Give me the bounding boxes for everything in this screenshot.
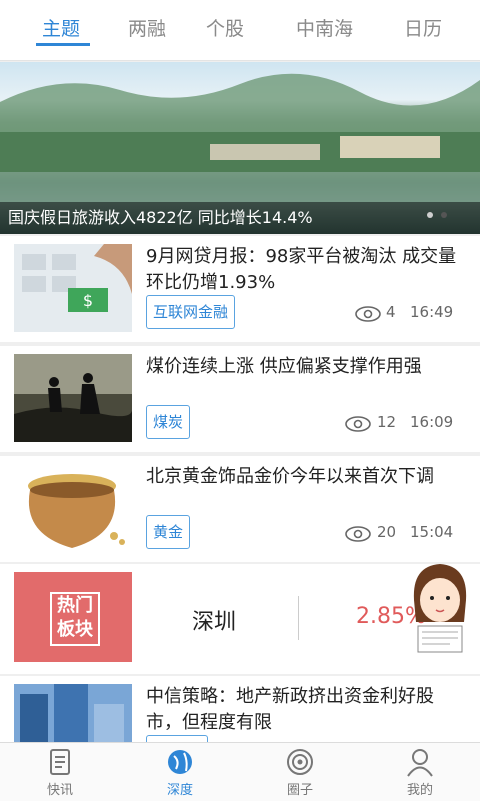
article-item[interactable]: $ 9月网贷月报：98家平台被淘汰 成交量环比仍增1.93% 互联网金融 4 1… — [0, 236, 480, 342]
svg-text:$: $ — [83, 291, 93, 310]
article-tag[interactable]: 互联网金融 — [146, 295, 236, 329]
nav-flash[interactable]: 快讯 — [0, 743, 120, 801]
nav-me[interactable]: 我的 — [360, 743, 480, 801]
nav-label: 我的 — [406, 783, 433, 798]
target-icon — [287, 749, 313, 775]
article-tag[interactable]: 煤炭 — [146, 405, 191, 439]
article-item[interactable]: 煤价连续上涨 供应偏紧支撑作用强 煤炭 12 16:09 — [0, 346, 480, 452]
article-thumbnail — [14, 684, 132, 742]
carousel-dot-active[interactable] — [427, 212, 433, 218]
article-item[interactable]: 北京黄金饰品金价今年以来首次下调 黄金 20 15:04 — [0, 456, 480, 562]
user-icon — [407, 749, 433, 777]
nav-depth[interactable]: 深度 — [120, 743, 240, 801]
nav-label: 快讯 — [46, 783, 73, 798]
article-item[interactable]: 中信策略：地产新政挤出资金利好股市，但程度有限 — [0, 676, 480, 742]
publish-time: 16:09 — [410, 413, 454, 431]
view-count: 4 — [386, 303, 396, 321]
globe-icon — [168, 750, 192, 774]
article-thumbnail — [14, 354, 132, 442]
publish-time: 16:49 — [410, 303, 454, 321]
article-title: 中信策略：地产新政挤出资金利好股市，但程度有限 — [146, 686, 434, 733]
tab-zhongnanhai[interactable]: 中南海 — [296, 14, 353, 41]
nav-label: 圈子 — [286, 783, 313, 798]
banner-caption: 国庆假日旅游收入4822亿 同比增长14.4% — [8, 208, 313, 227]
article-thumbnail — [14, 464, 132, 552]
top-tab-bar: 主题 两融 个股 中南海 日历 — [0, 0, 480, 61]
article-title: 北京黄金饰品金价今年以来首次下调 — [146, 466, 434, 487]
cartoon-girl-icon[interactable] — [404, 560, 474, 656]
nav-circle[interactable]: 圈子 — [240, 743, 360, 801]
tab-calendar[interactable]: 日历 — [404, 14, 442, 41]
nav-label: 深度 — [166, 783, 193, 798]
article-title: 9月网贷月报：98家平台被淘汰 成交量环比仍增1.93% — [146, 246, 457, 293]
hot-sector-card[interactable]: 热门 板块 深圳 2.85% — [0, 564, 480, 674]
tab-margin[interactable]: 两融 — [128, 14, 166, 41]
publish-time: 15:04 — [410, 523, 454, 541]
carousel-dot[interactable] — [441, 212, 447, 218]
tab-topic[interactable]: 主题 — [42, 14, 80, 41]
views-icon — [345, 416, 371, 432]
banner-carousel[interactable]: 国庆假日旅游收入4822亿 同比增长14.4% — [0, 62, 480, 234]
sector-city: 深圳 — [192, 610, 237, 635]
article-tag[interactable] — [146, 735, 208, 742]
hot-sector-badge: 热门 板块 — [14, 572, 132, 662]
view-count: 20 — [377, 523, 397, 541]
view-count: 12 — [377, 413, 397, 431]
newsfeed-icon — [50, 749, 70, 775]
bottom-navigation: 快讯 深度 圈子 我的 — [0, 742, 480, 801]
active-tab-indicator — [36, 43, 90, 46]
views-icon — [345, 526, 371, 542]
article-thumbnail: $ — [14, 244, 132, 332]
tab-stocks[interactable]: 个股 — [206, 14, 244, 41]
article-title: 煤价连续上涨 供应偏紧支撑作用强 — [146, 356, 422, 377]
hot-sector-badge-text: 热门 板块 — [50, 592, 100, 646]
divider — [298, 596, 299, 640]
views-icon — [355, 306, 381, 322]
article-tag[interactable]: 黄金 — [146, 515, 191, 549]
